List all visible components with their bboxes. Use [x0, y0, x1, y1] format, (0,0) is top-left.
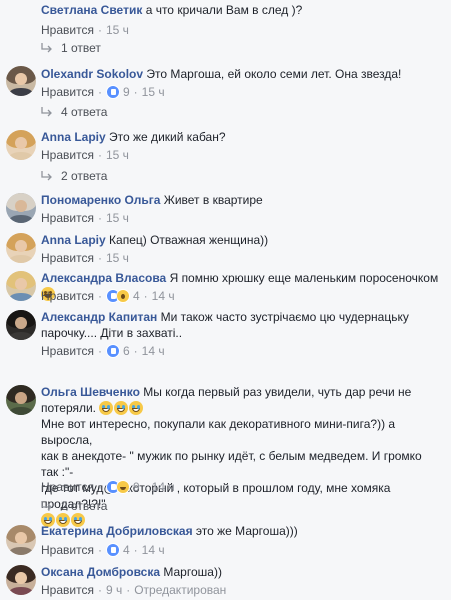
- comment-actions: Нравится · 9 · 15 ч: [41, 84, 165, 99]
- comment-author[interactable]: Александра Власова: [41, 271, 166, 285]
- comment-author[interactable]: Пономаренко Ольга: [41, 193, 160, 207]
- comment-author[interactable]: Оксана Домбровска: [41, 565, 160, 579]
- timestamp[interactable]: 15 ч: [142, 85, 165, 99]
- comment-5: Anna Lapiy Капец) Отважная женщина)) Нра…: [0, 228, 451, 266]
- avatar[interactable]: [6, 525, 36, 555]
- reaction-count[interactable]: 9: [123, 85, 130, 99]
- comment-actions: Нравится · 15 ч: [41, 250, 129, 265]
- reply-arrow-icon: [41, 171, 52, 181]
- comment-text: как в анекдоте- " мужик по рынку идёт, с…: [41, 449, 422, 479]
- comment-text: Живет в квартире: [163, 193, 263, 207]
- like-link[interactable]: Нравится: [41, 583, 94, 597]
- reaction-count[interactable]: 4: [133, 289, 140, 303]
- like-link[interactable]: Нравится: [41, 85, 94, 99]
- laughing-emoji-icon: [129, 401, 144, 415]
- comment-text: Я помню хрюшку еще маленьким поросеночко…: [169, 271, 439, 285]
- timestamp[interactable]: 14 ч: [152, 289, 175, 303]
- comment-actions: Нравится · 6 · 14 ч: [41, 343, 165, 358]
- laughing-emoji-icon: [114, 401, 129, 415]
- comment-text: Маргоша)): [163, 565, 222, 579]
- like-link[interactable]: Нравится: [41, 251, 94, 265]
- replies-link[interactable]: 2 ответа: [41, 498, 107, 514]
- comment-text: Это же дикий кабан?: [109, 130, 226, 144]
- comment-text: парочку.... Діти в захваті..: [41, 326, 183, 340]
- comment-author[interactable]: Ольга Шевченко: [41, 385, 140, 399]
- comment-actions: Нравится · 4 · 14 ч: [41, 542, 165, 557]
- like-link[interactable]: Нравится: [41, 289, 94, 303]
- comment-9: Екатерина Добриловская это же Маргоша)))…: [0, 518, 451, 560]
- wow-reaction-icon[interactable]: [115, 288, 130, 303]
- replies-link[interactable]: 2 ответа: [41, 168, 107, 184]
- edited-label[interactable]: Отредактирован: [134, 583, 226, 597]
- comment-actions: Нравится · 15 ч: [41, 22, 129, 37]
- comment-4: Пономаренко Ольга Живет в квартире Нрави…: [0, 188, 451, 228]
- comment-3: Anna Lapiy Это же дикий кабан? Нравится ·…: [0, 126, 451, 188]
- timestamp[interactable]: 9 ч: [106, 583, 122, 597]
- haha-reaction-icon[interactable]: [115, 479, 130, 494]
- comment-2: Olexandr Sokolov Это Маргоша, ей около с…: [0, 62, 451, 126]
- like-link[interactable]: Нравится: [41, 344, 94, 358]
- avatar[interactable]: [6, 66, 36, 96]
- comment-author[interactable]: Александр Капитан: [41, 310, 157, 324]
- avatar[interactable]: [6, 271, 36, 301]
- comment-7: Александр Капитан Ми також часто зустріч…: [0, 305, 451, 380]
- comment-actions: Нравится · 9 ч · Отредактирован: [41, 582, 227, 597]
- comment-6: Александра Власова Я помню хрюшку еще ма…: [0, 266, 451, 305]
- timestamp[interactable]: 15 ч: [106, 148, 129, 162]
- like-link[interactable]: Нравится: [41, 480, 94, 494]
- replies-link[interactable]: 1 ответ: [41, 40, 101, 56]
- comment-text: Это Маргоша, ей около семи лет. Она звез…: [146, 67, 402, 81]
- reply-arrow-icon: [41, 501, 52, 511]
- like-link[interactable]: Нравится: [41, 211, 94, 225]
- comment-author[interactable]: Olexandr Sokolov: [41, 67, 143, 81]
- avatar[interactable]: [6, 310, 36, 340]
- comment-10: Оксана Домбровска Маргоша)) Нравится · 9 ч…: [0, 560, 451, 600]
- comment-text: а что кричали Вам в след )?: [145, 3, 303, 17]
- comment-author[interactable]: Anna Lapiy: [41, 233, 106, 247]
- comment-actions: Нравится · 15 ч: [41, 210, 129, 225]
- laughing-emoji-icon: [99, 401, 114, 415]
- avatar[interactable]: [6, 130, 36, 160]
- avatar[interactable]: [6, 565, 36, 595]
- comment-text: это же Маргоша))): [195, 524, 298, 538]
- replies-link[interactable]: 4 ответа: [41, 104, 107, 120]
- timestamp[interactable]: 14 ч: [142, 344, 165, 358]
- reply-arrow-icon: [41, 107, 52, 117]
- like-reaction-icon[interactable]: [105, 343, 120, 358]
- comment-text: потеряли.: [41, 401, 97, 415]
- comment-text: Мы когда первый раз увидели, чуть дар ре…: [143, 385, 412, 399]
- avatar[interactable]: [6, 385, 36, 415]
- like-reaction-icon[interactable]: [105, 84, 120, 99]
- like-reaction-icon[interactable]: [105, 542, 120, 557]
- like-link[interactable]: Нравится: [41, 23, 94, 37]
- comment-actions: Нравится · 9 · 14 ч: [41, 479, 175, 494]
- like-link[interactable]: Нравится: [41, 543, 94, 557]
- comment-actions: Нравится · 4 · 14 ч: [41, 288, 175, 303]
- comment-1: Светлана Светик а что кричали Вам в след…: [0, 0, 451, 62]
- timestamp[interactable]: 15 ч: [106, 211, 129, 225]
- comment-author[interactable]: Anna Lapiy: [41, 130, 106, 144]
- avatar[interactable]: [6, 193, 36, 223]
- comment-author[interactable]: Екатерина Добриловская: [41, 524, 193, 538]
- comment-author[interactable]: Светлана Светик: [41, 3, 142, 17]
- timestamp[interactable]: 14 ч: [142, 543, 165, 557]
- reaction-count[interactable]: 9: [133, 480, 140, 494]
- avatar[interactable]: [6, 233, 36, 263]
- timestamp[interactable]: 14 ч: [152, 480, 175, 494]
- like-link[interactable]: Нравится: [41, 148, 94, 162]
- reaction-count[interactable]: 4: [123, 543, 130, 557]
- timestamp[interactable]: 15 ч: [106, 251, 129, 265]
- comment-text: Ми також часто зустрічаємо цю чудернацьк…: [160, 310, 409, 324]
- comment-text: Мне вот интересно, покупали как декорати…: [41, 417, 396, 447]
- reaction-count[interactable]: 6: [123, 344, 130, 358]
- reply-arrow-icon: [41, 43, 52, 53]
- comment-8: Ольга Шевченко Мы когда первый раз увиде…: [0, 380, 451, 527]
- comment-actions: Нравится · 15 ч: [41, 147, 129, 162]
- timestamp[interactable]: 15 ч: [106, 23, 129, 37]
- comment-text: Капец) Отважная женщина)): [109, 233, 269, 247]
